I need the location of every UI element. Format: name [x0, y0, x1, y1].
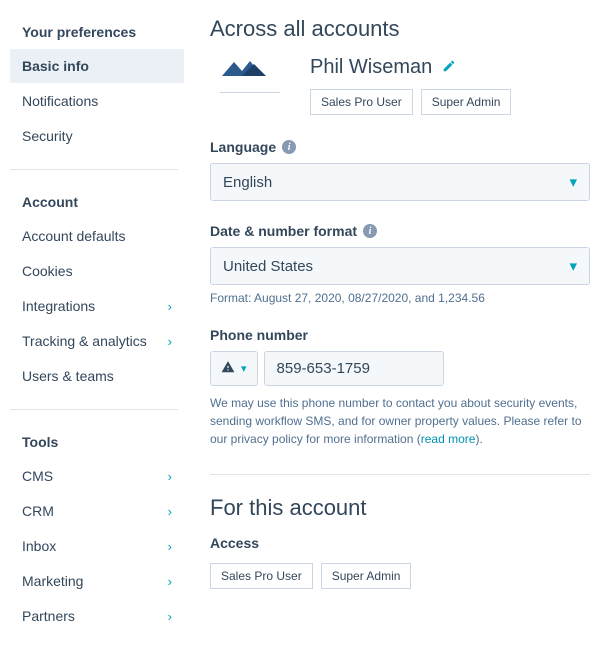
sidebar-item-notifications[interactable]: Notifications	[10, 84, 184, 118]
sidebar-item-security[interactable]: Security	[10, 119, 184, 153]
sidebar-item-label: Cookies	[22, 263, 73, 279]
sidebar-item-label: Notifications	[22, 93, 98, 109]
mountain-logo-icon	[218, 56, 282, 82]
role-badge: Sales Pro User	[210, 563, 313, 589]
user-name-row: Phil Wiseman	[310, 56, 511, 79]
phone-help-text: We may use this phone number to contact …	[210, 394, 590, 448]
sidebar-item-label: Partners	[22, 608, 75, 624]
chevron-right-icon: ›	[168, 469, 172, 484]
role-badge: Sales Pro User	[310, 89, 413, 115]
role-badge: Super Admin	[421, 89, 512, 115]
access-label: Access	[210, 535, 590, 551]
section-heading-all-accounts: Across all accounts	[210, 16, 590, 42]
help-text: ).	[475, 432, 482, 446]
sidebar-item-account-defaults[interactable]: Account defaults	[10, 219, 184, 253]
select-value: United States	[223, 258, 313, 275]
sidebar-item-cookies[interactable]: Cookies	[10, 254, 184, 288]
org-logo	[210, 56, 290, 93]
chevron-right-icon: ›	[168, 504, 172, 519]
section-heading-this-account: For this account	[210, 495, 590, 521]
sidebar-item-label: Integrations	[22, 298, 95, 314]
sidebar-group-preferences: Your preferences	[10, 16, 190, 48]
sidebar-item-inbox[interactable]: Inbox ›	[10, 529, 184, 563]
role-badge: Super Admin	[321, 563, 412, 589]
divider	[10, 409, 178, 410]
field-label: Phone number	[210, 327, 590, 343]
chevron-right-icon: ›	[168, 299, 172, 314]
format-hint: Format: August 27, 2020, 08/27/2020, and…	[210, 291, 590, 305]
help-text: We may use this phone number to contact …	[210, 396, 582, 446]
label-text: Language	[210, 139, 276, 155]
field-label: Language i	[210, 139, 590, 155]
sidebar-item-partners[interactable]: Partners ›	[10, 599, 184, 633]
date-format-select[interactable]: United States ▾	[210, 247, 590, 285]
date-format-field: Date & number format i United States ▾ F…	[210, 223, 590, 305]
label-text: Phone number	[210, 327, 308, 343]
profile-header: Phil Wiseman Sales Pro User Super Admin	[210, 56, 590, 115]
sidebar: Your preferences Basic info Notification…	[0, 0, 190, 650]
sidebar-group-tools: Tools	[10, 426, 190, 458]
caret-down-icon: ▾	[569, 173, 577, 191]
edit-icon[interactable]	[442, 56, 456, 79]
sidebar-item-label: Users & teams	[22, 368, 114, 384]
read-more-link[interactable]: read more	[421, 432, 476, 446]
info-icon[interactable]: i	[363, 224, 377, 238]
divider	[10, 169, 178, 170]
sidebar-item-label: CRM	[22, 503, 54, 519]
sidebar-item-basic-info[interactable]: Basic info	[10, 49, 184, 83]
chevron-right-icon: ›	[168, 334, 172, 349]
sidebar-item-label: Basic info	[22, 58, 89, 74]
language-select[interactable]: English ▾	[210, 163, 590, 201]
role-badges: Sales Pro User Super Admin	[310, 89, 511, 115]
sidebar-item-crm[interactable]: CRM ›	[10, 494, 184, 528]
country-code-select[interactable]: ▾	[210, 351, 258, 386]
sidebar-item-label: CMS	[22, 468, 53, 484]
caret-down-icon: ▾	[241, 362, 247, 375]
chevron-right-icon: ›	[168, 539, 172, 554]
chevron-right-icon: ›	[168, 609, 172, 624]
access-badges: Sales Pro User Super Admin	[210, 563, 590, 589]
info-icon[interactable]: i	[282, 140, 296, 154]
sidebar-item-cms[interactable]: CMS ›	[10, 459, 184, 493]
chevron-right-icon: ›	[168, 574, 172, 589]
phone-field: Phone number ▾ We may use this phone num…	[210, 327, 590, 448]
field-label: Date & number format i	[210, 223, 590, 239]
caret-down-icon: ▾	[569, 257, 577, 275]
sidebar-item-label: Account defaults	[22, 228, 126, 244]
divider	[220, 92, 280, 93]
label-text: Date & number format	[210, 223, 357, 239]
sidebar-item-marketing[interactable]: Marketing ›	[10, 564, 184, 598]
divider	[210, 474, 590, 475]
user-name: Phil Wiseman	[310, 56, 432, 79]
sidebar-item-label: Tracking & analytics	[22, 333, 147, 349]
sidebar-item-integrations[interactable]: Integrations ›	[10, 289, 184, 323]
sidebar-item-label: Marketing	[22, 573, 83, 589]
sidebar-item-label: Security	[22, 128, 73, 144]
language-field: Language i English ▾	[210, 139, 590, 201]
warning-icon	[221, 360, 235, 377]
sidebar-item-label: Inbox	[22, 538, 56, 554]
select-value: English	[223, 174, 272, 191]
main-content: Across all accounts Phil Wiseman Sales P…	[190, 0, 600, 650]
phone-input[interactable]	[264, 351, 444, 386]
sidebar-item-users-teams[interactable]: Users & teams	[10, 359, 184, 393]
sidebar-item-tracking-analytics[interactable]: Tracking & analytics ›	[10, 324, 184, 358]
sidebar-group-account: Account	[10, 186, 190, 218]
